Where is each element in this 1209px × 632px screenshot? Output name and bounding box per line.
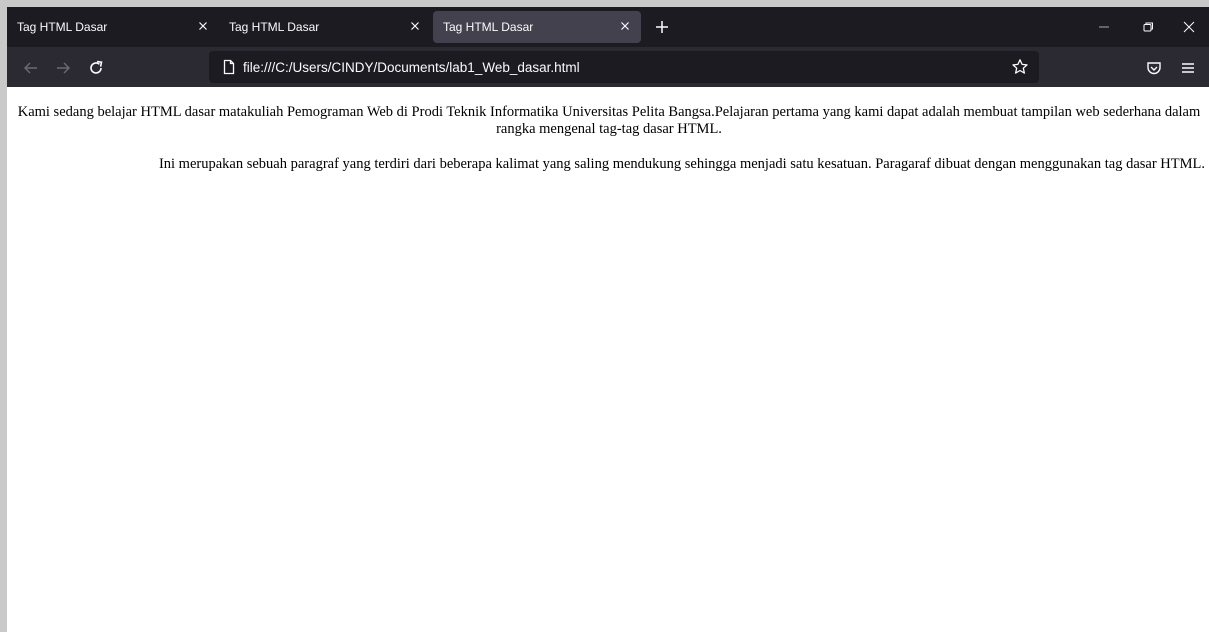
browser-window: Tag HTML Dasar Tag HTML Dasar Tag HTML D… [7, 7, 1209, 632]
forward-icon[interactable] [54, 59, 72, 77]
page-content: Kami sedang belajar HTML dasar matakulia… [7, 87, 1209, 632]
close-icon[interactable] [1181, 19, 1197, 35]
tab-2-label: Tag HTML Dasar [229, 20, 320, 34]
reload-icon[interactable] [87, 59, 105, 77]
tab-strip: Tag HTML Dasar Tag HTML Dasar Tag HTML D… [7, 7, 1209, 47]
pocket-icon[interactable] [1145, 59, 1163, 77]
paragraph-right-aligned: Ini merupakan sebuah paragraf yang terdi… [158, 156, 1205, 172]
tab-1-label: Tag HTML Dasar [17, 20, 108, 34]
close-icon[interactable] [407, 18, 423, 34]
bookmark-star-icon[interactable] [1011, 58, 1029, 76]
menu-icon[interactable] [1179, 59, 1197, 77]
address-bar[interactable]: file:///C:/Users/CINDY/Documents/lab1_We… [209, 51, 1039, 83]
page-icon [223, 59, 235, 75]
paragraph-centered: Kami sedang belajar HTML dasar matakulia… [17, 104, 1201, 137]
close-icon[interactable] [617, 18, 633, 34]
restore-icon[interactable] [1140, 19, 1156, 35]
back-icon[interactable] [22, 59, 40, 77]
tab-1[interactable]: Tag HTML Dasar [7, 11, 219, 43]
tab-2[interactable]: Tag HTML Dasar [219, 11, 431, 43]
close-icon[interactable] [195, 18, 211, 34]
navigation-toolbar: file:///C:/Users/CINDY/Documents/lab1_We… [7, 47, 1209, 87]
minimize-icon[interactable] [1096, 19, 1112, 35]
new-tab-icon[interactable] [653, 18, 671, 36]
tab-3-active[interactable]: Tag HTML Dasar [433, 11, 641, 43]
address-text[interactable]: file:///C:/Users/CINDY/Documents/lab1_We… [243, 60, 580, 75]
tab-3-label: Tag HTML Dasar [443, 20, 534, 34]
